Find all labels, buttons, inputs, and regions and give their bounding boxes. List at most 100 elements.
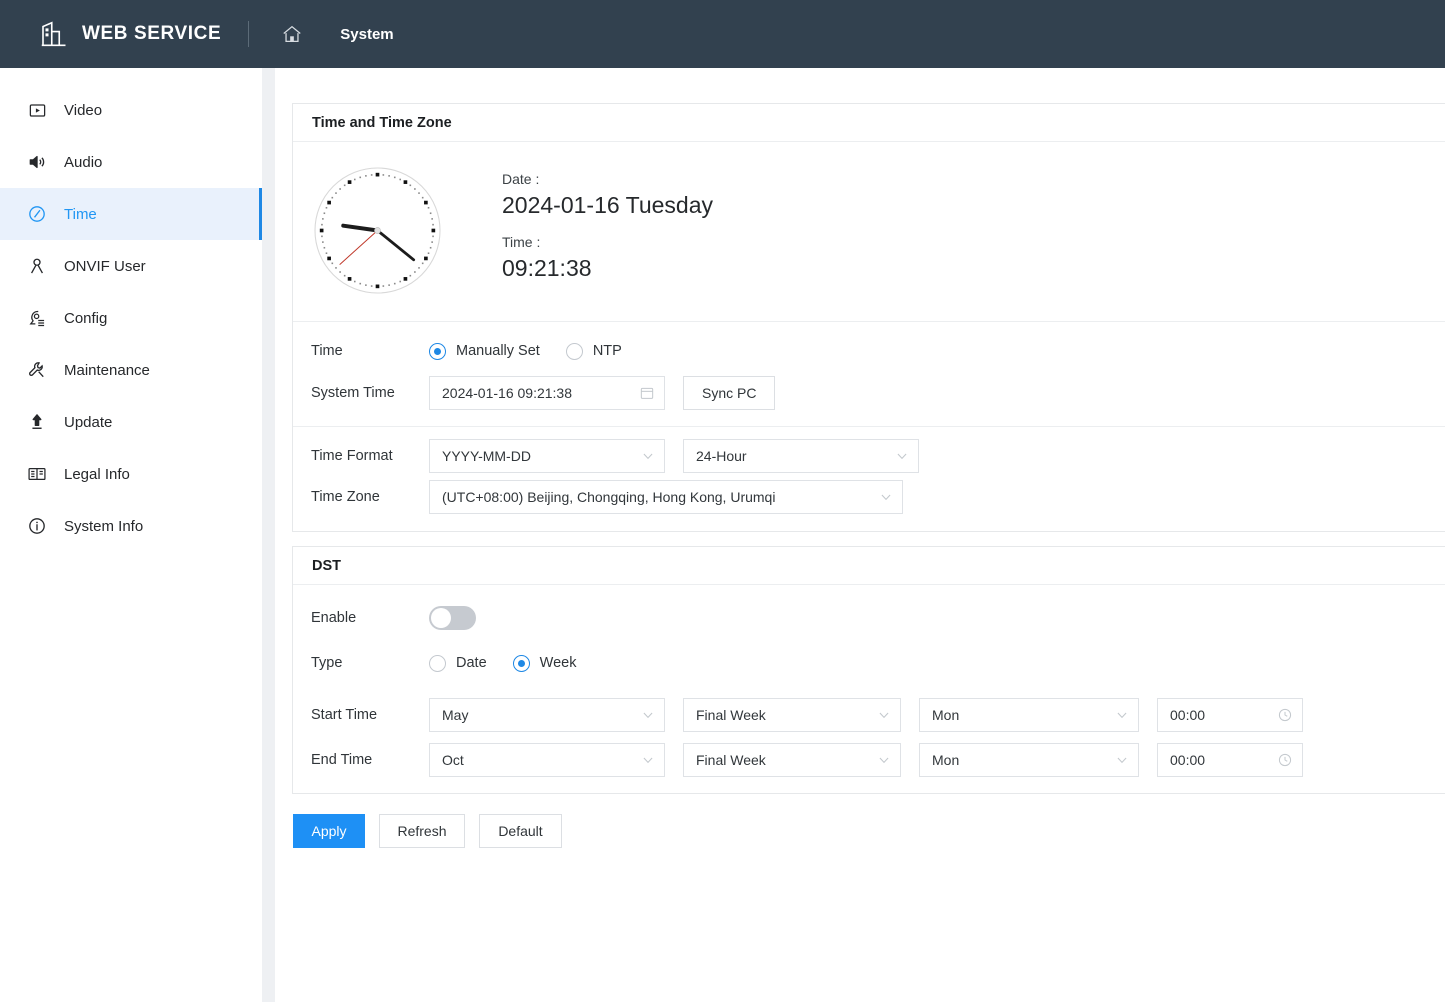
chevron-down-icon (641, 449, 655, 463)
dst-end-time-label: End Time (311, 752, 373, 768)
dst-end-day-value: Mon (932, 752, 960, 768)
dst-end-month-select[interactable]: Oct (429, 743, 665, 777)
dst-type-label: Type (311, 655, 343, 671)
radio-type-week-indicator (512, 654, 530, 672)
date-format-select[interactable]: YYYY-MM-DD (429, 439, 665, 473)
time-zone-label: Time Zone (311, 489, 380, 505)
dst-start-week-select[interactable]: Final Week (683, 698, 901, 732)
brand-logo: WEB SERVICE (38, 19, 221, 49)
sidebar-item-label: Video (64, 101, 103, 119)
header-divider (248, 21, 250, 47)
hour-format-select[interactable]: 24-Hour (683, 439, 919, 473)
analog-clock (311, 164, 444, 297)
sidebar-item-label: Maintenance (64, 361, 150, 379)
system-time-input[interactable]: 2024-01-16 09:21:38 (429, 376, 665, 410)
system-time-row: System Time 2024-01-16 09:21:38 Sync PC (293, 374, 1445, 426)
sidebar-item-video[interactable]: Video (0, 84, 262, 136)
radio-manually-set-indicator (429, 342, 446, 360)
dst-start-day-value: Mon (932, 707, 960, 723)
dst-start-week-value: Final Week (696, 707, 766, 723)
time-and-timezone-card: Time and Time Zone Date: 2024-01-16 Tue… (292, 103, 1445, 532)
date-format-value: YYYY-MM-DD (442, 448, 531, 464)
sidebar-item-audio[interactable]: Audio (0, 136, 262, 188)
config-gear-icon (26, 307, 48, 329)
time-zone-row: Time Zone (UTC+08:00) Beijing, Chongqing… (293, 479, 1445, 531)
dst-body: Enable Type Date Week Start Time May Fin… (293, 585, 1445, 793)
home-icon[interactable] (277, 19, 307, 49)
dst-start-time-value: 00:00 (1170, 707, 1206, 723)
chevron-down-icon (1115, 708, 1129, 722)
default-button[interactable]: Default (479, 814, 562, 848)
radio-type-week-label: Week (539, 655, 577, 671)
sidebar-item-label: Audio (64, 153, 103, 171)
time-format-label: Time Format (311, 448, 393, 464)
clock-icon[interactable] (1277, 707, 1293, 723)
toggle-knob (431, 608, 451, 628)
upload-arrow-icon (26, 411, 48, 433)
apply-button[interactable]: Apply (293, 814, 365, 848)
sidebar-item-label: ONVIF User (64, 257, 146, 275)
dst-end-time-value: 00:00 (1170, 752, 1206, 768)
sidebar-menu: Video Audio Time ONVIF User Config Maint… (0, 68, 262, 552)
radio-manually-set-label: Manually Set (456, 343, 540, 359)
main-content: Time and Time Zone Date: 2024-01-16 Tue… (275, 68, 1445, 1002)
clock-section: Date : 2024-01-16 Tuesday Time : 09:21:3… (293, 142, 1445, 322)
dst-enable-label: Enable (311, 610, 357, 626)
radio-type-date[interactable]: Date (429, 654, 487, 672)
chevron-down-icon (895, 449, 909, 463)
wrench-icon (26, 359, 48, 381)
sidebar-item-onvif-user[interactable]: ONVIF User (0, 240, 262, 292)
sidebar-item-maintenance[interactable]: Maintenance (0, 344, 262, 396)
chevron-down-icon (641, 753, 655, 767)
dst-enable-row: Enable (293, 585, 1445, 637)
time-zone-select[interactable]: (UTC+08:00) Beijing, Chongqing, Hong Kon… (429, 480, 903, 514)
hour-format-value: 24-Hour (696, 448, 747, 464)
sidebar-item-time[interactable]: Time (0, 188, 262, 240)
radio-ntp-label: NTP (592, 343, 622, 359)
time-zone-value: (UTC+08:00) Beijing, Chongqing, Hong Kon… (442, 489, 776, 505)
chevron-down-icon (641, 708, 655, 722)
dst-end-day-select[interactable]: Mon (919, 743, 1139, 777)
refresh-button[interactable]: Refresh (379, 814, 465, 848)
date-label: Date : (502, 171, 540, 187)
action-button-row: Apply Refresh Default (293, 794, 1445, 868)
clock-icon[interactable] (1277, 752, 1293, 768)
dst-start-month-select[interactable]: May (429, 698, 665, 732)
datetime-readout: Date : 2024-01-16 Tuesday Time : 09:21:3… (502, 164, 713, 282)
radio-type-date-label: Date (456, 655, 487, 671)
radio-manually-set[interactable]: Manually Set (429, 342, 540, 360)
dst-end-week-select[interactable]: Final Week (683, 743, 901, 777)
sidebar-item-label: Time (64, 205, 97, 223)
dst-start-month-value: May (442, 707, 469, 723)
calendar-icon[interactable] (639, 385, 655, 401)
sidebar-item-label: System Info (64, 517, 144, 535)
sidebar-item-config[interactable]: Config (0, 292, 262, 344)
time-format-section: Time Format YYYY-MM-DD 24-Hour Time Zone (293, 427, 1445, 531)
dst-end-time-input[interactable]: 00:00 (1157, 743, 1303, 777)
user-icon (26, 255, 48, 277)
time-value: 09:21:38 (502, 255, 592, 282)
clock-icon (26, 203, 48, 225)
dst-end-month-value: Oct (442, 752, 464, 768)
sidebar-item-update[interactable]: Update (0, 396, 262, 448)
chevron-down-icon (877, 753, 891, 767)
brand-name: WEB SERVICE (82, 23, 222, 44)
nav-item-system[interactable]: System (340, 26, 393, 43)
video-icon (26, 99, 48, 121)
sidebar-item-legal-info[interactable]: Legal Info (0, 448, 262, 500)
dst-start-day-select[interactable]: Mon (919, 698, 1139, 732)
time-format-row: Time Format YYYY-MM-DD 24-Hour (293, 427, 1445, 479)
sync-pc-button[interactable]: Sync PC (683, 376, 776, 410)
chevron-down-icon (877, 708, 891, 722)
radio-type-week[interactable]: Week (512, 654, 577, 672)
dst-enable-toggle[interactable] (429, 606, 476, 630)
radio-ntp[interactable]: NTP (565, 342, 622, 360)
dst-start-time-input[interactable]: 00:00 (1157, 698, 1303, 732)
sidebar: Video Audio Time ONVIF User Config Maint… (0, 68, 262, 1002)
sidebar-item-system-info[interactable]: System Info (0, 500, 262, 552)
book-icon (26, 463, 48, 485)
time-label: Time : (502, 234, 541, 251)
dst-start-time-label: Start Time (311, 707, 378, 723)
building-icon (38, 19, 68, 49)
system-time-value: 2024-01-16 09:21:38 (442, 385, 572, 401)
